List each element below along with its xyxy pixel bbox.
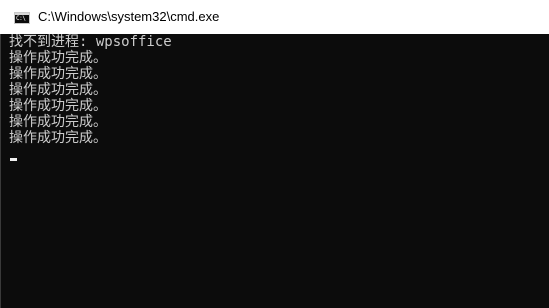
icon-prompt-glyph: C:\	[16, 15, 26, 22]
cmd-console-icon[interactable]: C:\	[14, 12, 30, 24]
console-line-success: 操作成功完成。	[9, 66, 107, 82]
console-output-area[interactable]: 找不到进程: wpsoffice 操作成功完成。 操作成功完成。 操作成功完成。…	[0, 34, 549, 308]
console-line-success: 操作成功完成。	[9, 50, 107, 66]
console-line-error: 找不到进程: wpsoffice	[9, 34, 172, 50]
cmd-window: C:\ C:\Windows\system32\cmd.exe 找不到进程: w…	[0, 0, 549, 308]
console-line-success: 操作成功完成。	[9, 114, 107, 130]
console-line-success: 操作成功完成。	[9, 98, 107, 114]
console-lines: 找不到进程: wpsoffice 操作成功完成。 操作成功完成。 操作成功完成。…	[9, 34, 172, 146]
console-line-success: 操作成功完成。	[9, 82, 107, 98]
window-title: C:\Windows\system32\cmd.exe	[38, 9, 220, 24]
title-bar[interactable]: C:\ C:\Windows\system32\cmd.exe	[0, 0, 549, 34]
console-line-success: 操作成功完成。	[9, 130, 107, 146]
text-cursor	[10, 158, 17, 161]
